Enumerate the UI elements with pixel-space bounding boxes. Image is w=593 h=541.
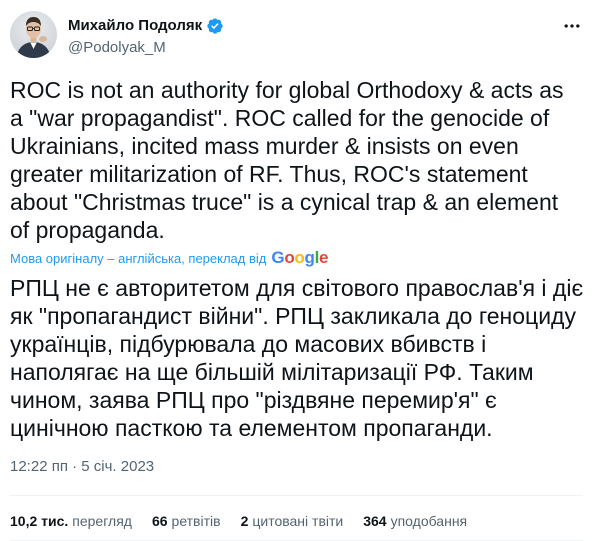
- quotes-count[interactable]: 2: [241, 512, 249, 530]
- tweet-timestamp[interactable]: 12:22 пп · 5 січ. 2023: [10, 457, 154, 477]
- tweet-stats: 10,2 тис. перегляд 66 ретвітів 2 цитован…: [10, 512, 487, 530]
- avatar[interactable]: [10, 11, 57, 58]
- google-logo: Google: [271, 248, 329, 267]
- views-stat: 10,2 тис. перегляд: [10, 512, 132, 530]
- tweet-header: Михайло Подоляк @Podolyak_M: [10, 11, 224, 58]
- retweets-count[interactable]: 66: [152, 512, 168, 530]
- retweets-stat[interactable]: 66 ретвітів: [152, 512, 221, 530]
- tweet-translated-text: РПЦ не є авторитетом для світового право…: [10, 275, 584, 441]
- translation-note-text[interactable]: Мова оригіналу – англійська, переклад ві…: [10, 251, 266, 266]
- views-count: 10,2 тис.: [10, 513, 69, 529]
- likes-count[interactable]: 364: [363, 512, 386, 530]
- quotes-stat[interactable]: 2 цитовані твіти: [241, 512, 344, 530]
- author-name[interactable]: Михайло Подоляк: [68, 16, 202, 36]
- views-label: перегляд: [72, 513, 132, 529]
- author-info: Михайло Подоляк @Podolyak_M: [68, 16, 224, 58]
- tweet-original-text: ROC is not an authority for global Ortho…: [10, 77, 564, 243]
- translation-note[interactable]: Мова оригіналу – англійська, переклад ві…: [10, 248, 328, 268]
- likes-label[interactable]: уподобання: [391, 512, 468, 530]
- likes-stat[interactable]: 364 уподобання: [363, 512, 467, 530]
- name-row: Михайло Подоляк: [68, 16, 224, 36]
- verified-badge-icon[interactable]: [206, 17, 224, 35]
- tweet-card: Михайло Подоляк @Podolyak_M ROC is not a…: [0, 0, 593, 541]
- more-options-icon[interactable]: [562, 16, 582, 36]
- quotes-label[interactable]: цитовані твіти: [252, 512, 343, 530]
- author-handle[interactable]: @Podolyak_M: [68, 38, 224, 58]
- retweets-label[interactable]: ретвітів: [172, 512, 221, 530]
- divider: [10, 495, 583, 496]
